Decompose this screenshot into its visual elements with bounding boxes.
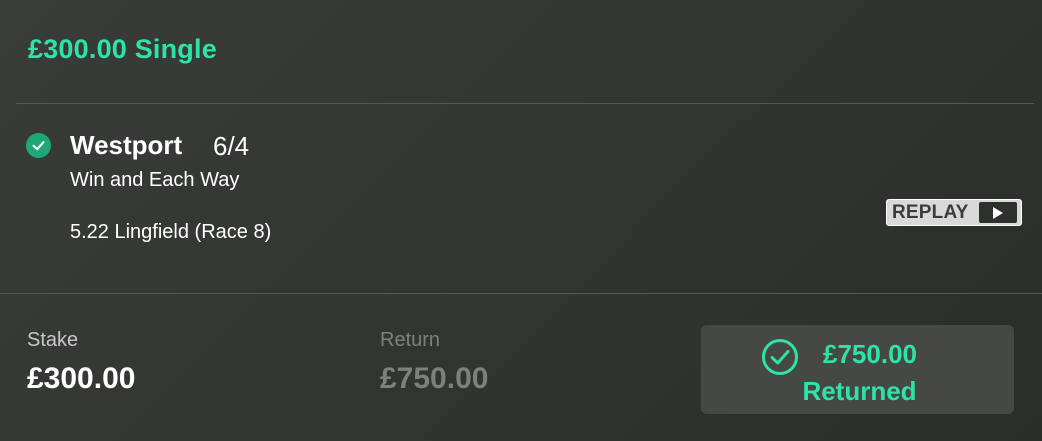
bet-header: £300.00 Single [28,34,217,65]
bet-title: £300.00 Single [28,34,217,64]
stake-value: £300.00 [27,362,136,395]
selection-row: Westport 6/4 Win and Each Way 5.22 Lingf… [26,130,1026,270]
selection-name: Westport [70,130,183,160]
replay-label: REPLAY [892,201,969,223]
returned-text: Returned [802,376,917,406]
return-label: Return [380,329,441,351]
play-icon [978,202,1017,223]
selection-odds: 6/4 [213,131,250,161]
return-value: £750.00 [380,362,489,395]
check-circle-outline-icon [761,338,799,381]
replay-button[interactable]: REPLAY [886,199,1022,226]
selection-market: Win and Each Way [70,169,240,191]
stake-label: Stake [27,329,79,351]
returned-amount: £750.00 [823,339,917,369]
header-divider [16,103,1034,104]
check-circle-icon [26,133,51,158]
returned-status-box: £750.00 Returned [701,325,1014,414]
summary-divider [0,293,1042,294]
selection-event: 5.22 Lingfield (Race 8) [70,221,272,243]
